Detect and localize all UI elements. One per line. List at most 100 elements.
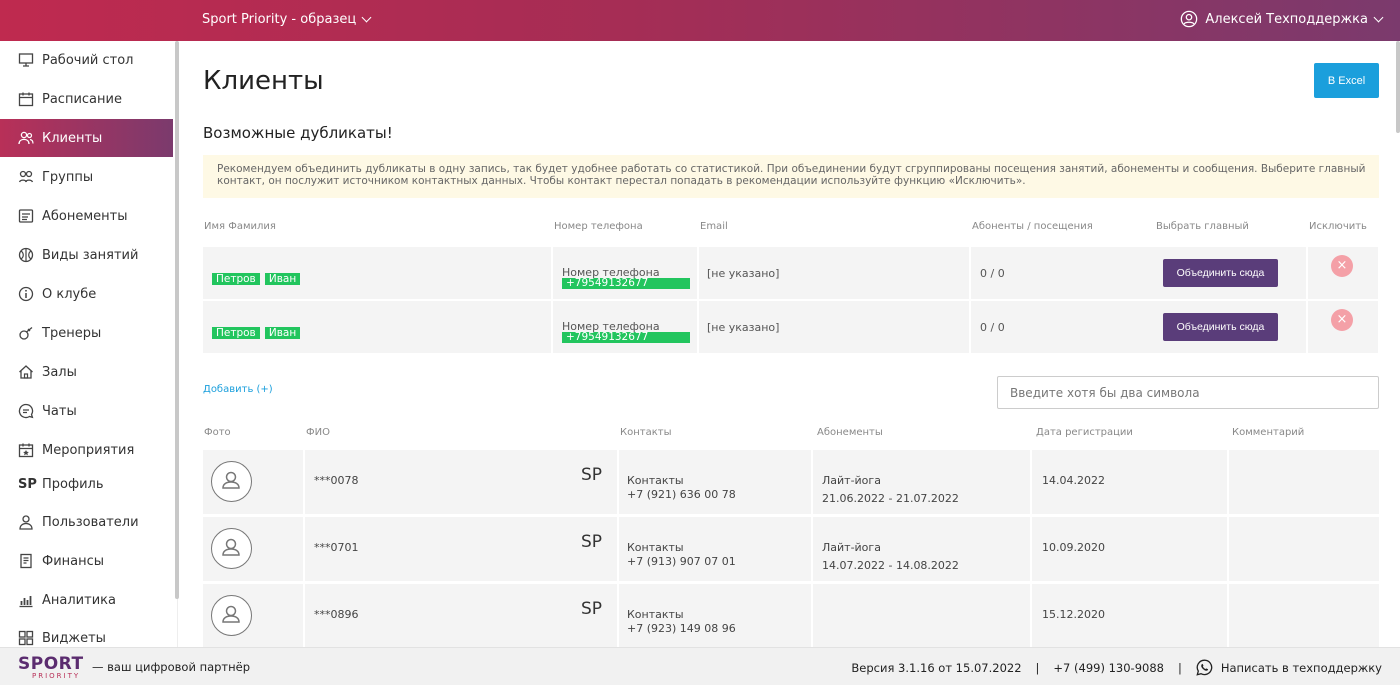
sidebar-item-label: Абонементы — [42, 208, 128, 224]
registration-date: 14.04.2022 — [1042, 474, 1105, 487]
support-link[interactable]: Написать в техподдержку — [1196, 659, 1382, 676]
sidebar-item-label: Финансы — [42, 553, 105, 569]
user-circle-icon — [1181, 10, 1198, 28]
table-row[interactable]: ***0701 SP Контакты +7 (913) 907 07 01 Л… — [203, 517, 1379, 581]
sidebar-item-label: Рабочий стол — [42, 52, 134, 68]
visits-value: 0 / 0 — [980, 267, 1005, 280]
sidebar-item-trainers[interactable]: Тренеры — [0, 314, 173, 352]
avatar — [211, 528, 252, 569]
sidebar-item-subscriptions[interactable]: Абонементы — [0, 197, 173, 235]
sidebar-item-label: Виджеты — [42, 630, 106, 646]
user-icon — [222, 605, 240, 623]
sidebar-item-label: Чаты — [42, 403, 77, 419]
organization-selector[interactable]: Sport Priority - образец — [202, 12, 372, 27]
support-phone[interactable]: +7 (499) 130-9088 — [1053, 661, 1164, 675]
column-header: Абоненты / посещения — [972, 221, 1093, 232]
footer: SPORT PRIORITY — ваш цифровой партнёр Ве… — [0, 647, 1400, 685]
visits-value: 0 / 0 — [980, 321, 1005, 334]
last-name-tag: Иван — [264, 327, 301, 339]
client-name: ***0078 — [314, 474, 359, 487]
top-bar: Sport Priority - образец Алексей Техподд… — [0, 0, 1400, 41]
brand-logo-subtext: PRIORITY — [32, 672, 81, 680]
email-value: [не указано] — [707, 321, 780, 334]
duplicate-row: Петров Иван Номер телефона +79549132677 … — [203, 247, 1378, 299]
sidebar-item-chats[interactable]: Чаты — [0, 392, 173, 430]
merge-here-button[interactable]: Объединить сюда — [1163, 259, 1278, 287]
registration-date: 10.09.2020 — [1042, 541, 1105, 554]
table-row[interactable]: ***0896 SP Контакты +7 (923) 149 08 96 1… — [203, 584, 1379, 648]
email-value: [не указано] — [707, 267, 780, 280]
subscription-period: 21.06.2022 - 21.07.2022 — [822, 492, 959, 505]
sidebar-item-users[interactable]: Пользователи — [0, 503, 173, 541]
group-icon — [18, 170, 34, 183]
user-menu[interactable]: Алексей Техподдержка — [1180, 10, 1384, 28]
sidebar-item-schedule[interactable]: Расписание — [0, 80, 173, 118]
calendar-icon — [18, 92, 34, 107]
column-header: ФИО — [306, 427, 330, 438]
last-name-tag: Иван — [264, 273, 301, 285]
page-scrollbar[interactable] — [1396, 41, 1400, 133]
sidebar-item-desktop[interactable]: Рабочий стол — [0, 41, 173, 79]
comment-cell — [1229, 584, 1379, 648]
chat-icon — [18, 403, 34, 419]
sidebar-item-halls[interactable]: Залы — [0, 353, 173, 391]
sidebar-item-analytics[interactable]: Аналитика — [0, 581, 173, 619]
column-header: Абонементы — [817, 427, 883, 438]
merge-here-button[interactable]: Объединить сюда — [1163, 313, 1278, 341]
add-client-link[interactable]: Добавить (+) — [203, 384, 273, 395]
column-header: Контакты — [620, 427, 672, 438]
exclude-icon[interactable]: × — [1331, 309, 1353, 331]
sidebar-item-widgets[interactable]: Виджеты — [0, 619, 173, 647]
client-phone: +7 (913) 907 07 01 — [627, 555, 736, 568]
sidebar-item-profile[interactable]: SP Профиль — [0, 465, 173, 503]
column-header: Имя Фамилия — [204, 221, 276, 232]
table-row[interactable]: ***0078 SP Контакты +7 (921) 636 00 78 Л… — [203, 450, 1379, 514]
sidebar-item-label: Мероприятия — [42, 442, 135, 458]
sp-badge: SP — [581, 599, 603, 619]
client-name-tags: Петров Иван — [212, 267, 301, 286]
first-name-tag: Петров — [212, 273, 260, 285]
chevron-down-icon — [1373, 12, 1384, 22]
column-header: Выбрать главный — [1156, 221, 1249, 232]
sidebar-item-about[interactable]: О клубе — [0, 275, 173, 313]
whistle-icon — [19, 326, 33, 340]
column-header: Дата регистрации — [1036, 427, 1133, 438]
search-input[interactable] — [997, 376, 1379, 409]
sp-badge: SP — [581, 465, 603, 485]
sidebar-item-label: Залы — [42, 364, 77, 380]
column-header: Комментарий — [1232, 427, 1305, 438]
home-icon — [19, 365, 33, 379]
client-phone: +7 (923) 149 08 96 — [627, 622, 736, 635]
subscription-name: Лайт-йога — [822, 474, 881, 487]
brand-logo-text: SPORT — [18, 654, 84, 674]
first-name-tag: Петров — [212, 327, 260, 339]
column-header: Фото — [204, 427, 231, 438]
sidebar-item-clients[interactable]: Клиенты — [0, 119, 173, 157]
column-header: Номер телефона — [554, 221, 643, 232]
exclude-icon[interactable]: × — [1331, 255, 1353, 277]
comment-cell — [1229, 450, 1379, 514]
export-excel-button[interactable]: В Excel — [1314, 63, 1379, 98]
main-content: Клиенты В Excel Возможные дубликаты! Рек… — [178, 41, 1400, 648]
organization-label: Sport Priority - образец — [202, 12, 357, 27]
contacts-label: Контакты — [627, 541, 684, 554]
contacts-label: Контакты — [627, 608, 684, 621]
contacts-label: Контакты — [627, 474, 684, 487]
client-name: ***0701 — [314, 541, 359, 554]
duplicates-title: Возможные дубликаты! — [203, 124, 393, 142]
footer-separator: | — [1177, 660, 1182, 675]
sidebar-item-label: О клубе — [42, 286, 97, 302]
sidebar-item-finance[interactable]: Финансы — [0, 542, 173, 580]
sidebar-item-groups[interactable]: Группы — [0, 158, 173, 196]
client-name: ***0896 — [314, 608, 359, 621]
sidebar-item-events[interactable]: Мероприятия — [0, 431, 173, 469]
monitor-icon — [18, 53, 34, 67]
card-icon — [18, 209, 34, 223]
registration-date: 15.12.2020 — [1042, 608, 1105, 621]
user-name: Алексей Техподдержка — [1205, 11, 1368, 27]
sidebar: Рабочий стол Расписание Клиенты Группы А… — [0, 41, 178, 647]
support-label: Написать в техподдержку — [1220, 660, 1382, 675]
sp-icon: SP — [18, 476, 37, 492]
duplicate-row: Петров Иван Номер телефона +79549132677 … — [203, 301, 1378, 353]
sidebar-item-activities[interactable]: Виды занятий — [0, 236, 173, 274]
